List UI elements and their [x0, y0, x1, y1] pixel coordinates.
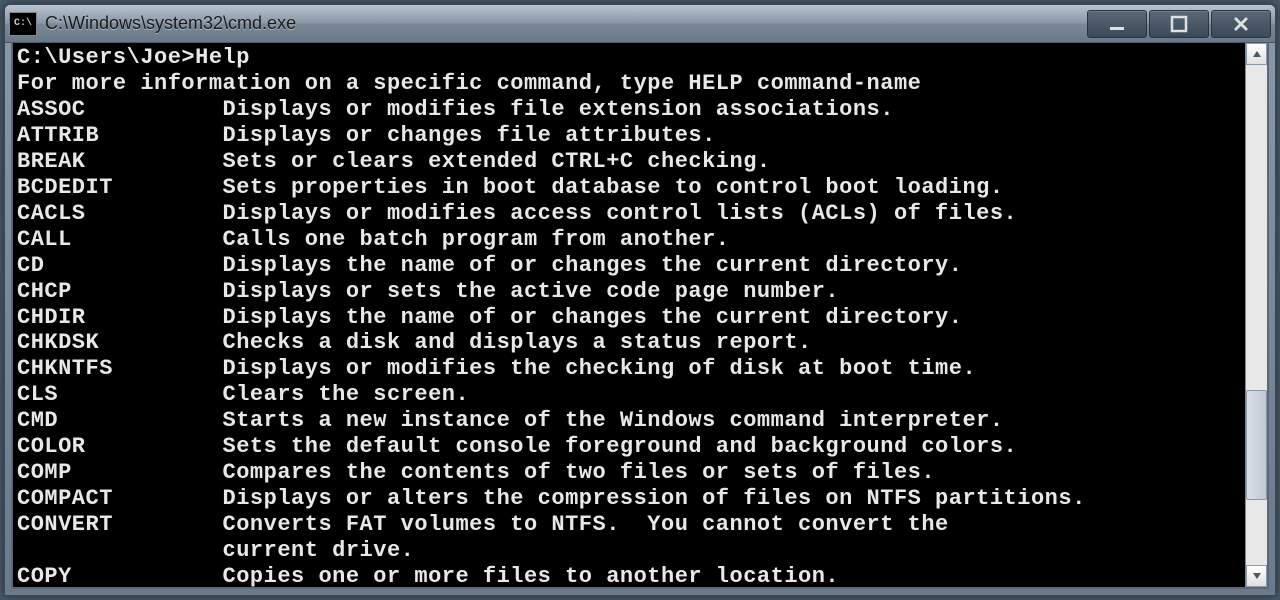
maximize-button[interactable] — [1149, 10, 1209, 38]
terminal-area: C:\Users\Joe>Help For more information o… — [11, 43, 1269, 589]
close-button[interactable] — [1211, 10, 1271, 38]
minimize-icon — [1108, 15, 1126, 33]
maximize-icon — [1170, 15, 1188, 33]
terminal-output[interactable]: C:\Users\Joe>Help For more information o… — [13, 43, 1245, 587]
scroll-down-button[interactable] — [1246, 565, 1267, 587]
close-icon — [1232, 15, 1250, 33]
vertical-scrollbar[interactable] — [1245, 43, 1267, 587]
scroll-track[interactable] — [1246, 65, 1267, 565]
minimize-button[interactable] — [1087, 10, 1147, 38]
command-prompt-window: C:\ C:\Windows\system32\cmd.exe C:\Users… — [4, 4, 1276, 596]
titlebar[interactable]: C:\ C:\Windows\system32\cmd.exe — [5, 5, 1275, 43]
chevron-up-icon — [1252, 49, 1262, 59]
cmd-icon: C:\ — [9, 12, 37, 36]
window-controls — [1087, 10, 1271, 38]
scroll-up-button[interactable] — [1246, 43, 1267, 65]
window-title: C:\Windows\system32\cmd.exe — [45, 13, 1087, 34]
chevron-down-icon — [1252, 571, 1262, 581]
scroll-thumb[interactable] — [1246, 390, 1267, 500]
